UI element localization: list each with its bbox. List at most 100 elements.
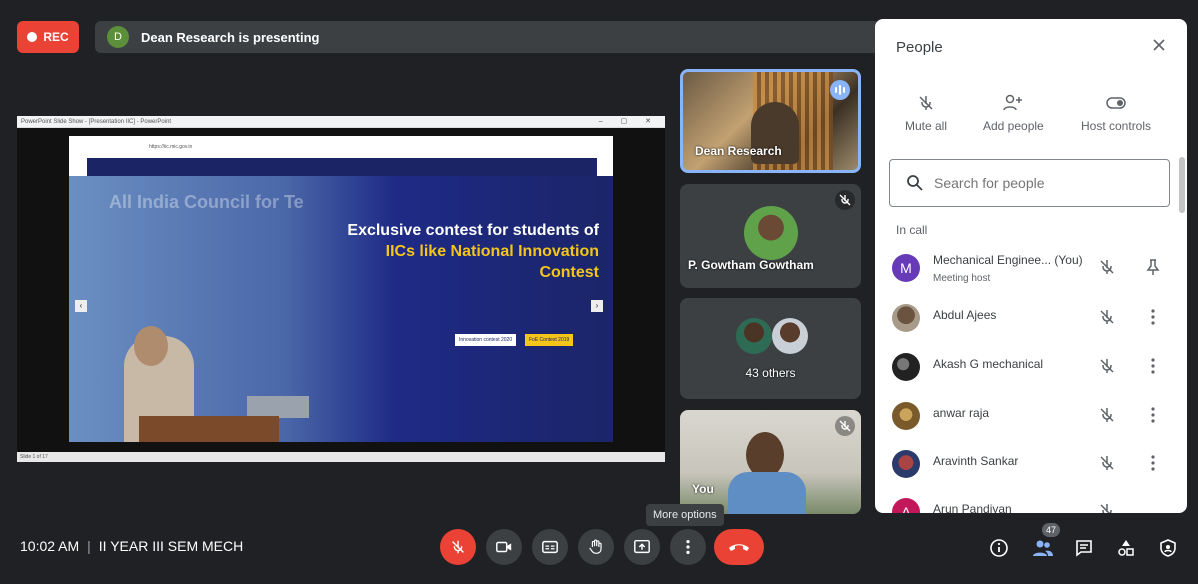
slide-nav-bar	[87, 158, 597, 176]
host-controls-button[interactable]: Host controls	[1081, 93, 1151, 133]
participant-avatar	[736, 318, 772, 354]
chat-icon	[1076, 540, 1092, 557]
pin-icon[interactable]	[1143, 257, 1163, 277]
divider: |	[87, 538, 91, 554]
add-people-button[interactable]: Add people	[983, 93, 1044, 133]
video-tile-you[interactable]: You	[680, 410, 861, 514]
mic-off-icon[interactable]	[1097, 501, 1117, 513]
participant-row[interactable]: Aravinth Sankar	[875, 441, 1175, 487]
presenting-banner: D Dean Research is presenting	[95, 21, 880, 53]
headline-line-1: Exclusive contest for students of	[347, 222, 599, 239]
more-vert-icon[interactable]	[1143, 405, 1163, 425]
search-icon	[907, 175, 923, 191]
presenter-avatar: D	[107, 26, 129, 48]
laptop-figure	[247, 396, 309, 418]
more-vert-icon[interactable]	[1143, 307, 1163, 327]
people-button[interactable]	[1031, 536, 1055, 560]
record-dot-icon	[27, 32, 38, 42]
activities-button[interactable]	[1114, 536, 1138, 560]
participant-name: Akash G mechanical	[933, 357, 1044, 371]
participant-name: anwar raja	[933, 406, 990, 420]
chat-button[interactable]	[1072, 536, 1096, 560]
mute-all-label: Mute all	[905, 119, 948, 133]
more-vert-icon	[686, 539, 690, 555]
headline-line-2: IICs like National Innovation	[385, 243, 599, 260]
meeting-details-button[interactable]	[987, 536, 1011, 560]
podium-figure	[139, 416, 279, 442]
participant-row[interactable]: anwar raja	[875, 393, 1175, 439]
slide-banner: All India Council for Te	[69, 176, 613, 442]
participant-count-badge: 47	[1042, 523, 1060, 537]
raise-hand-icon	[589, 539, 602, 554]
participant-role: Meeting host	[933, 273, 991, 284]
mic-off-icon	[835, 190, 855, 210]
mic-off-icon[interactable]	[1097, 257, 1117, 277]
more-options-button[interactable]	[670, 529, 706, 565]
search-box[interactable]	[889, 159, 1170, 207]
participant-avatar	[744, 206, 798, 260]
participant-avatar	[892, 450, 920, 478]
participant-avatar: M	[892, 254, 920, 282]
participant-body	[728, 472, 806, 514]
mic-off-icon[interactable]	[1097, 356, 1117, 376]
toggle-icon	[1106, 97, 1126, 109]
participant-name: Mechanical Enginee... (You)	[933, 253, 1083, 267]
mic-off-icon[interactable]	[1097, 307, 1117, 327]
raise-hand-button[interactable]	[578, 529, 614, 565]
info-icon	[990, 539, 1008, 557]
slide-button-2: FoE Contest 2019	[525, 334, 574, 346]
participant-avatar	[892, 353, 920, 381]
host-controls-shield-button[interactable]	[1156, 536, 1180, 560]
participant-row[interactable]: Abdul Ajees	[875, 295, 1175, 341]
camera-toggle-button[interactable]	[486, 529, 522, 565]
slide-button-1: Innovation contest 2020	[455, 334, 517, 346]
videocam-icon	[496, 541, 512, 553]
more-vert-icon[interactable]	[1143, 356, 1163, 376]
present-icon	[634, 539, 650, 554]
mute-all-button[interactable]: Mute all	[905, 93, 947, 133]
shield-icon	[1160, 539, 1176, 557]
slide-prev-arrow-icon: ‹	[75, 300, 87, 312]
participant-row[interactable]: Akash G mechanical	[875, 344, 1175, 390]
slide-statusbar: Slide 1 of 17	[17, 452, 665, 462]
slide-banner-text: All India Council for Te	[109, 192, 304, 212]
close-icon[interactable]	[1149, 35, 1169, 55]
tile-name: Dean Research	[695, 144, 782, 158]
slide-headline: Exclusive contest for students of IICs l…	[299, 220, 599, 283]
meeting-name: II YEAR III SEM MECH	[98, 538, 244, 554]
people-panel: People Mute all Add people Host controls…	[875, 19, 1187, 513]
mic-off-icon[interactable]	[1097, 405, 1117, 425]
leave-call-button[interactable]	[714, 529, 764, 565]
tile-name: You	[692, 482, 714, 496]
headline-line-3: Contest	[539, 264, 599, 281]
search-input[interactable]	[934, 175, 1134, 191]
captions-button[interactable]	[532, 529, 568, 565]
present-screen-button[interactable]	[624, 529, 660, 565]
speaker-head	[134, 326, 168, 366]
participant-avatar	[892, 402, 920, 430]
panel-scrollbar[interactable]	[1179, 157, 1185, 213]
presentation-window-titlebar: PowerPoint Slide Show - [Presentation II…	[17, 116, 665, 128]
video-tile-others[interactable]: 43 others	[680, 298, 861, 399]
participant-avatar	[772, 318, 808, 354]
video-tile-gowtham[interactable]: P. Gowtham Gowtham	[680, 184, 861, 288]
rec-label: REC	[43, 30, 69, 44]
video-tile-dean-research[interactable]: Dean Research	[680, 69, 861, 173]
host-controls-label: Host controls	[1081, 119, 1152, 133]
mic-off-icon[interactable]	[1097, 453, 1117, 473]
participant-row[interactable]: A Arun Pandiyan	[875, 489, 1175, 513]
mic-off-icon	[835, 416, 855, 436]
person-add-icon	[1003, 94, 1023, 111]
panel-title: People	[896, 39, 943, 56]
meeting-info: 10:02 AM | II YEAR III SEM MECH	[20, 538, 243, 554]
recording-indicator: REC	[17, 21, 79, 53]
mic-off-icon	[919, 96, 933, 110]
mic-toggle-button[interactable]	[440, 529, 476, 565]
shared-screen[interactable]: PowerPoint Slide Show - [Presentation II…	[17, 116, 665, 462]
participant-name: Arun Pandiyan	[933, 502, 1012, 513]
more-vert-icon[interactable]	[1143, 453, 1163, 473]
participant-avatar	[892, 304, 920, 332]
participant-row[interactable]: M Mechanical Enginee... (You) Meeting ho…	[875, 245, 1175, 291]
participant-name: Abdul Ajees	[933, 308, 997, 322]
slide-url: https://iic.mic.gov.in	[149, 144, 193, 150]
